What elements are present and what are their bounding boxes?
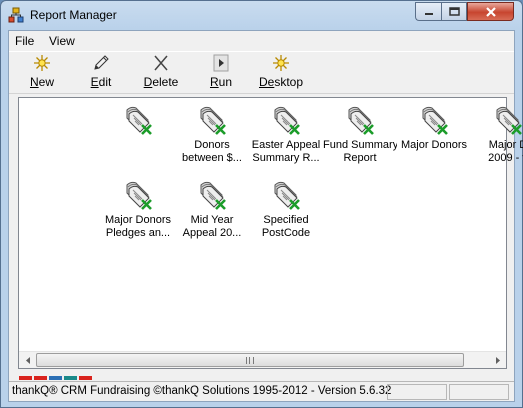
minimize-button[interactable] xyxy=(415,2,441,21)
report-item[interactable]: Specified PostCode xyxy=(249,178,323,240)
new-icon xyxy=(34,55,50,71)
maximize-button[interactable] xyxy=(441,2,467,21)
delete-label: elete xyxy=(152,75,179,89)
report-list[interactable]: Donors between $... Easter Appeal Summar… xyxy=(18,97,523,369)
menu-view[interactable]: View xyxy=(49,34,75,48)
report-icon xyxy=(126,181,152,210)
scroll-left-icon xyxy=(25,356,30,364)
toolbar: New Edit Delete Run Desktop xyxy=(9,51,514,94)
report-item[interactable]: Major Donors xyxy=(397,103,471,152)
report-icon xyxy=(422,106,448,135)
delete-button[interactable]: Delete xyxy=(142,54,180,92)
scroll-right-button[interactable] xyxy=(489,352,506,368)
report-icon xyxy=(126,106,152,135)
report-label: Major D 2009 - v xyxy=(488,139,523,164)
report-icon xyxy=(200,181,226,210)
report-label: Mid Year Appeal 20... xyxy=(182,214,242,239)
title-bar[interactable]: Report Manager xyxy=(1,1,522,30)
status-text: thankQ® CRM Fundraising ©thankQ Solution… xyxy=(12,385,392,397)
close-icon xyxy=(485,6,496,17)
report-icon xyxy=(274,106,300,135)
report-label: Fund Summary Report xyxy=(323,139,397,164)
report-label: Specified PostCode xyxy=(261,214,311,239)
edit-button[interactable]: Edit xyxy=(88,54,114,92)
new-button[interactable]: New xyxy=(27,54,57,92)
desktop-icon xyxy=(273,55,289,71)
status-bar: thankQ® CRM Fundraising ©thankQ Solution… xyxy=(9,381,514,401)
brand-color-strip xyxy=(19,376,92,380)
run-label: un xyxy=(218,75,233,89)
menu-bar: File View xyxy=(9,31,514,51)
report-icon xyxy=(274,181,300,210)
scroll-right-icon xyxy=(495,356,500,364)
scroll-grip-icon xyxy=(246,357,254,364)
report-icon xyxy=(200,106,226,135)
report-manager-window: Report Manager File View New Edit Delete… xyxy=(0,0,523,408)
scroll-thumb[interactable] xyxy=(36,353,464,367)
desktop-label: sktop xyxy=(274,75,304,89)
minimize-icon xyxy=(424,12,433,15)
horizontal-scrollbar[interactable] xyxy=(19,351,506,368)
new-accel: N xyxy=(29,75,39,89)
status-panel-1 xyxy=(387,384,447,400)
window-title: Report Manager xyxy=(30,8,117,22)
menu-file[interactable]: File xyxy=(15,34,34,48)
edit-icon xyxy=(94,55,109,70)
maximize-icon xyxy=(448,7,460,16)
color-swatch xyxy=(34,376,47,380)
report-item[interactable]: Major Donors Pledges an... xyxy=(101,178,175,240)
report-item[interactable]: Mid Year Appeal 20... xyxy=(175,178,249,240)
report-item[interactable]: Major D 2009 - v xyxy=(471,103,523,165)
report-label: Easter Appeal Summary R... xyxy=(251,139,321,164)
color-swatch xyxy=(49,376,62,380)
report-label: Major Donors xyxy=(400,139,468,151)
run-icon xyxy=(213,54,229,72)
status-panel-2 xyxy=(449,384,509,400)
color-swatch xyxy=(19,376,32,380)
report-label: Major Donors Pledges an... xyxy=(104,214,172,239)
client-area: File View New Edit Delete Run Desktop Do… xyxy=(8,30,523,402)
report-item[interactable]: Fund Summary Report xyxy=(323,103,397,165)
desktop-accel: De xyxy=(258,75,275,89)
report-label: Donors between $... xyxy=(182,139,242,164)
color-swatch xyxy=(64,376,77,380)
new-label: ew xyxy=(38,75,54,89)
run-accel: R xyxy=(209,75,219,89)
delete-accel: D xyxy=(143,75,153,89)
close-button[interactable] xyxy=(467,2,514,21)
app-icon xyxy=(8,7,24,23)
report-icon xyxy=(348,106,374,135)
edit-accel: E xyxy=(90,75,99,89)
desktop-button[interactable]: Desktop xyxy=(258,54,304,92)
scroll-left-button[interactable] xyxy=(19,352,36,368)
report-item[interactable]: Donors between $... xyxy=(175,103,249,165)
report-icon xyxy=(496,106,522,135)
report-item[interactable]: Easter Appeal Summary R... xyxy=(249,103,323,165)
run-button[interactable]: Run xyxy=(208,54,234,92)
delete-icon xyxy=(154,55,168,71)
color-swatch xyxy=(79,376,92,380)
edit-label: dit xyxy=(98,75,112,89)
report-item[interactable] xyxy=(101,103,175,139)
